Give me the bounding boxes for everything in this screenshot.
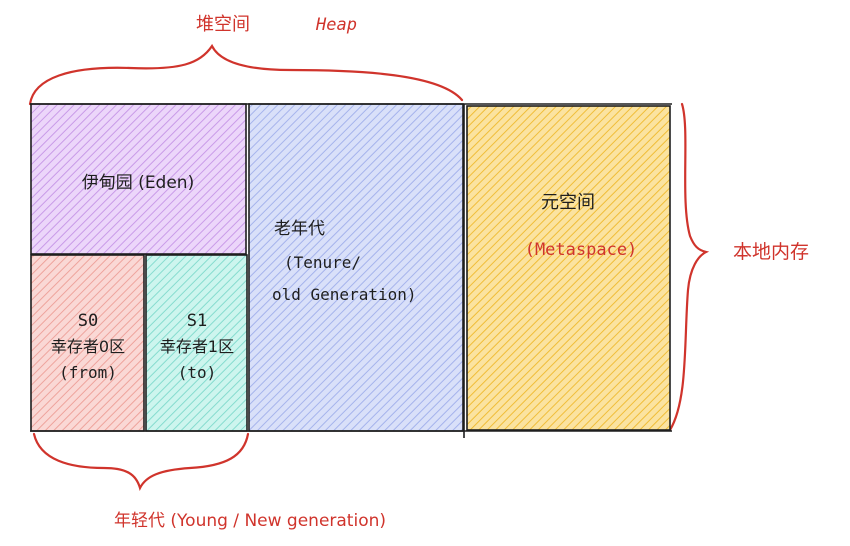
s0-name: S0: [78, 311, 98, 331]
heap-brace: [28, 43, 464, 106]
heap-label-cn: 堆空间: [196, 14, 250, 35]
s1-name: S1: [187, 311, 207, 331]
metaspace-en: (Metaspace): [525, 240, 638, 260]
old-gen-name: 老年代: [274, 219, 325, 239]
old-gen-desc-1: (Tenure/: [284, 253, 361, 272]
native-memory-brace: [668, 102, 710, 432]
s0-desc: 幸存者0区: [51, 337, 125, 356]
metaspace-region: [466, 105, 671, 431]
native-memory-label: 本地内存: [733, 241, 809, 263]
young-gen-label: 年轻代 (Young / New generation): [114, 511, 386, 531]
eden-label: 伊甸园 (Eden): [82, 173, 194, 193]
s1-desc: 幸存者1区: [160, 337, 234, 356]
heap-label-en: Heap: [315, 15, 357, 35]
old-gen-desc-2: old Generation): [272, 285, 417, 304]
young-gen-brace: [32, 432, 250, 492]
s0-role: (from): [59, 363, 117, 382]
metaspace-name: 元空间: [541, 192, 595, 213]
jvm-memory-diagram: 堆空间 Heap 本地内存 伊甸园 (Eden) S0 幸存者0区 (from)…: [28, 14, 809, 531]
s1-role: (to): [178, 363, 217, 382]
